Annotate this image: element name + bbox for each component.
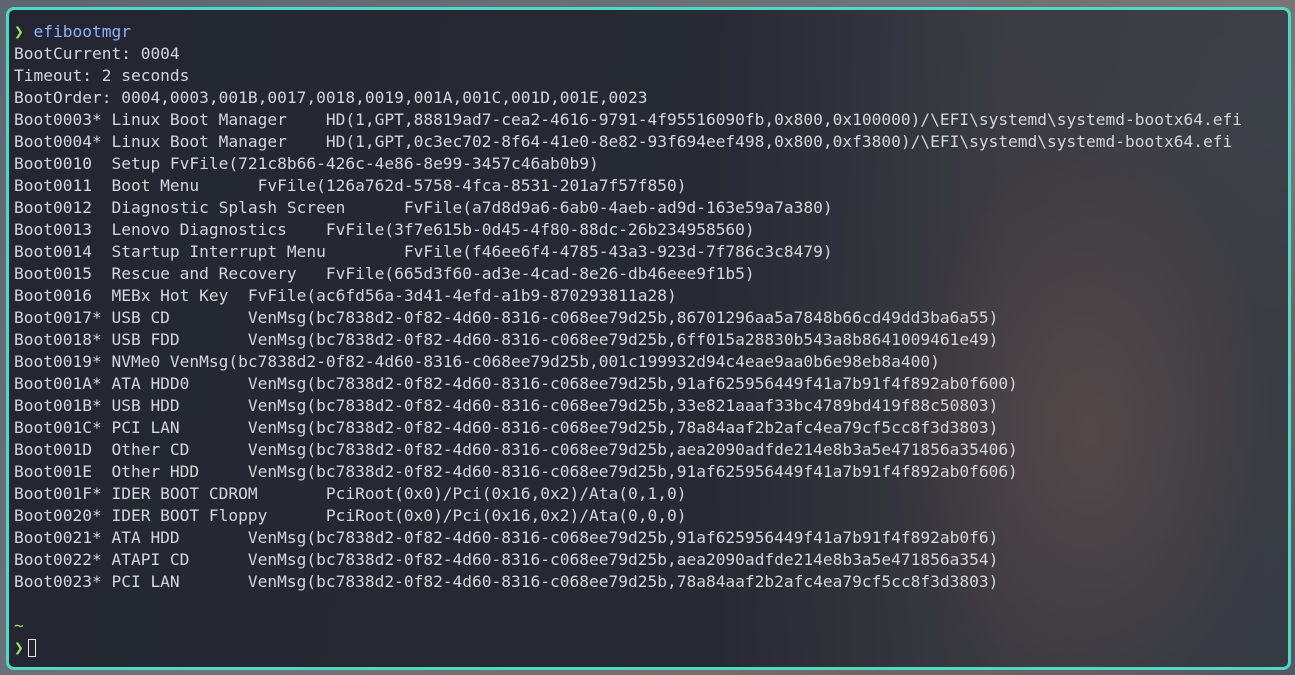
output-line: Boot001C* PCI LAN VenMsg(bc7838d2-0f82-4… xyxy=(14,418,999,437)
input-line[interactable]: ❯ xyxy=(14,637,1288,659)
output-line: Boot0017* USB CD VenMsg(bc7838d2-0f82-4d… xyxy=(14,308,999,327)
output-line: Boot001B* USB HDD VenMsg(bc7838d2-0f82-4… xyxy=(14,396,999,415)
output-line: Boot0010 Setup FvFile(721c8b66-426c-4e86… xyxy=(14,154,599,173)
output-line: Boot0003* Linux Boot Manager HD(1,GPT,88… xyxy=(14,110,1242,129)
output-line: Boot0020* IDER BOOT Floppy PciRoot(0x0)/… xyxy=(14,506,687,525)
output-line: Boot0018* USB FDD VenMsg(bc7838d2-0f82-4… xyxy=(14,330,999,349)
command-output: BootCurrent: 0004 Timeout: 2 seconds BootO… xyxy=(14,43,1288,593)
output-line: Boot0022* ATAPI CD VenMsg(bc7838d2-0f82-… xyxy=(14,550,999,569)
output-line: Boot0016 MEBx Hot Key FvFile(ac6fd56a-3d… xyxy=(14,286,677,305)
cwd-line: ~ xyxy=(14,615,1288,637)
output-line: Timeout: 2 seconds xyxy=(14,66,190,85)
command-text: efibootmgr xyxy=(33,22,131,41)
cursor-block[interactable] xyxy=(27,639,36,657)
output-line: Boot0014 Startup Interrupt Menu FvFile(f… xyxy=(14,242,833,261)
output-line: Boot0012 Diagnostic Splash Screen FvFile… xyxy=(14,198,833,217)
cwd-path: ~ xyxy=(14,616,24,635)
output-line: Boot0011 Boot Menu FvFile(126a762d-5758-… xyxy=(14,176,687,195)
output-line: Boot001D Other CD VenMsg(bc7838d2-0f82-4… xyxy=(14,440,1018,459)
output-line: BootOrder: 0004,0003,001B,0017,0018,0019… xyxy=(14,88,648,107)
output-line: Boot0004* Linux Boot Manager HD(1,GPT,0c… xyxy=(14,132,1233,151)
terminal-content: ❯ efibootmgr BootCurrent: 0004 Timeout: 2… xyxy=(14,21,1288,667)
output-line: Boot0021* ATA HDD VenMsg(bc7838d2-0f82-4… xyxy=(14,528,999,547)
output-line: Boot001A* ATA HDD0 VenMsg(bc7838d2-0f82-… xyxy=(14,374,1018,393)
output-line: Boot001E Other HDD VenMsg(bc7838d2-0f82-… xyxy=(14,462,1018,481)
prompt-symbol: ❯ xyxy=(14,22,24,41)
output-line: Boot001F* IDER BOOT CDROM PciRoot(0x0)/P… xyxy=(14,484,687,503)
output-line: Boot0013 Lenovo Diagnostics FvFile(3f7e6… xyxy=(14,220,755,239)
output-line: Boot0023* PCI LAN VenMsg(bc7838d2-0f82-4… xyxy=(14,572,999,591)
output-line: BootCurrent: 0004 xyxy=(14,44,180,63)
output-line: Boot0019* NVMe0 VenMsg(bc7838d2-0f82-4d6… xyxy=(14,352,940,371)
terminal-window[interactable]: ❯ efibootmgr BootCurrent: 0004 Timeout: 2… xyxy=(6,7,1291,670)
command-line: ❯ efibootmgr xyxy=(14,21,1288,43)
prompt-symbol: ❯ xyxy=(14,638,24,657)
output-line: Boot0015 Rescue and Recovery FvFile(665d… xyxy=(14,264,755,283)
